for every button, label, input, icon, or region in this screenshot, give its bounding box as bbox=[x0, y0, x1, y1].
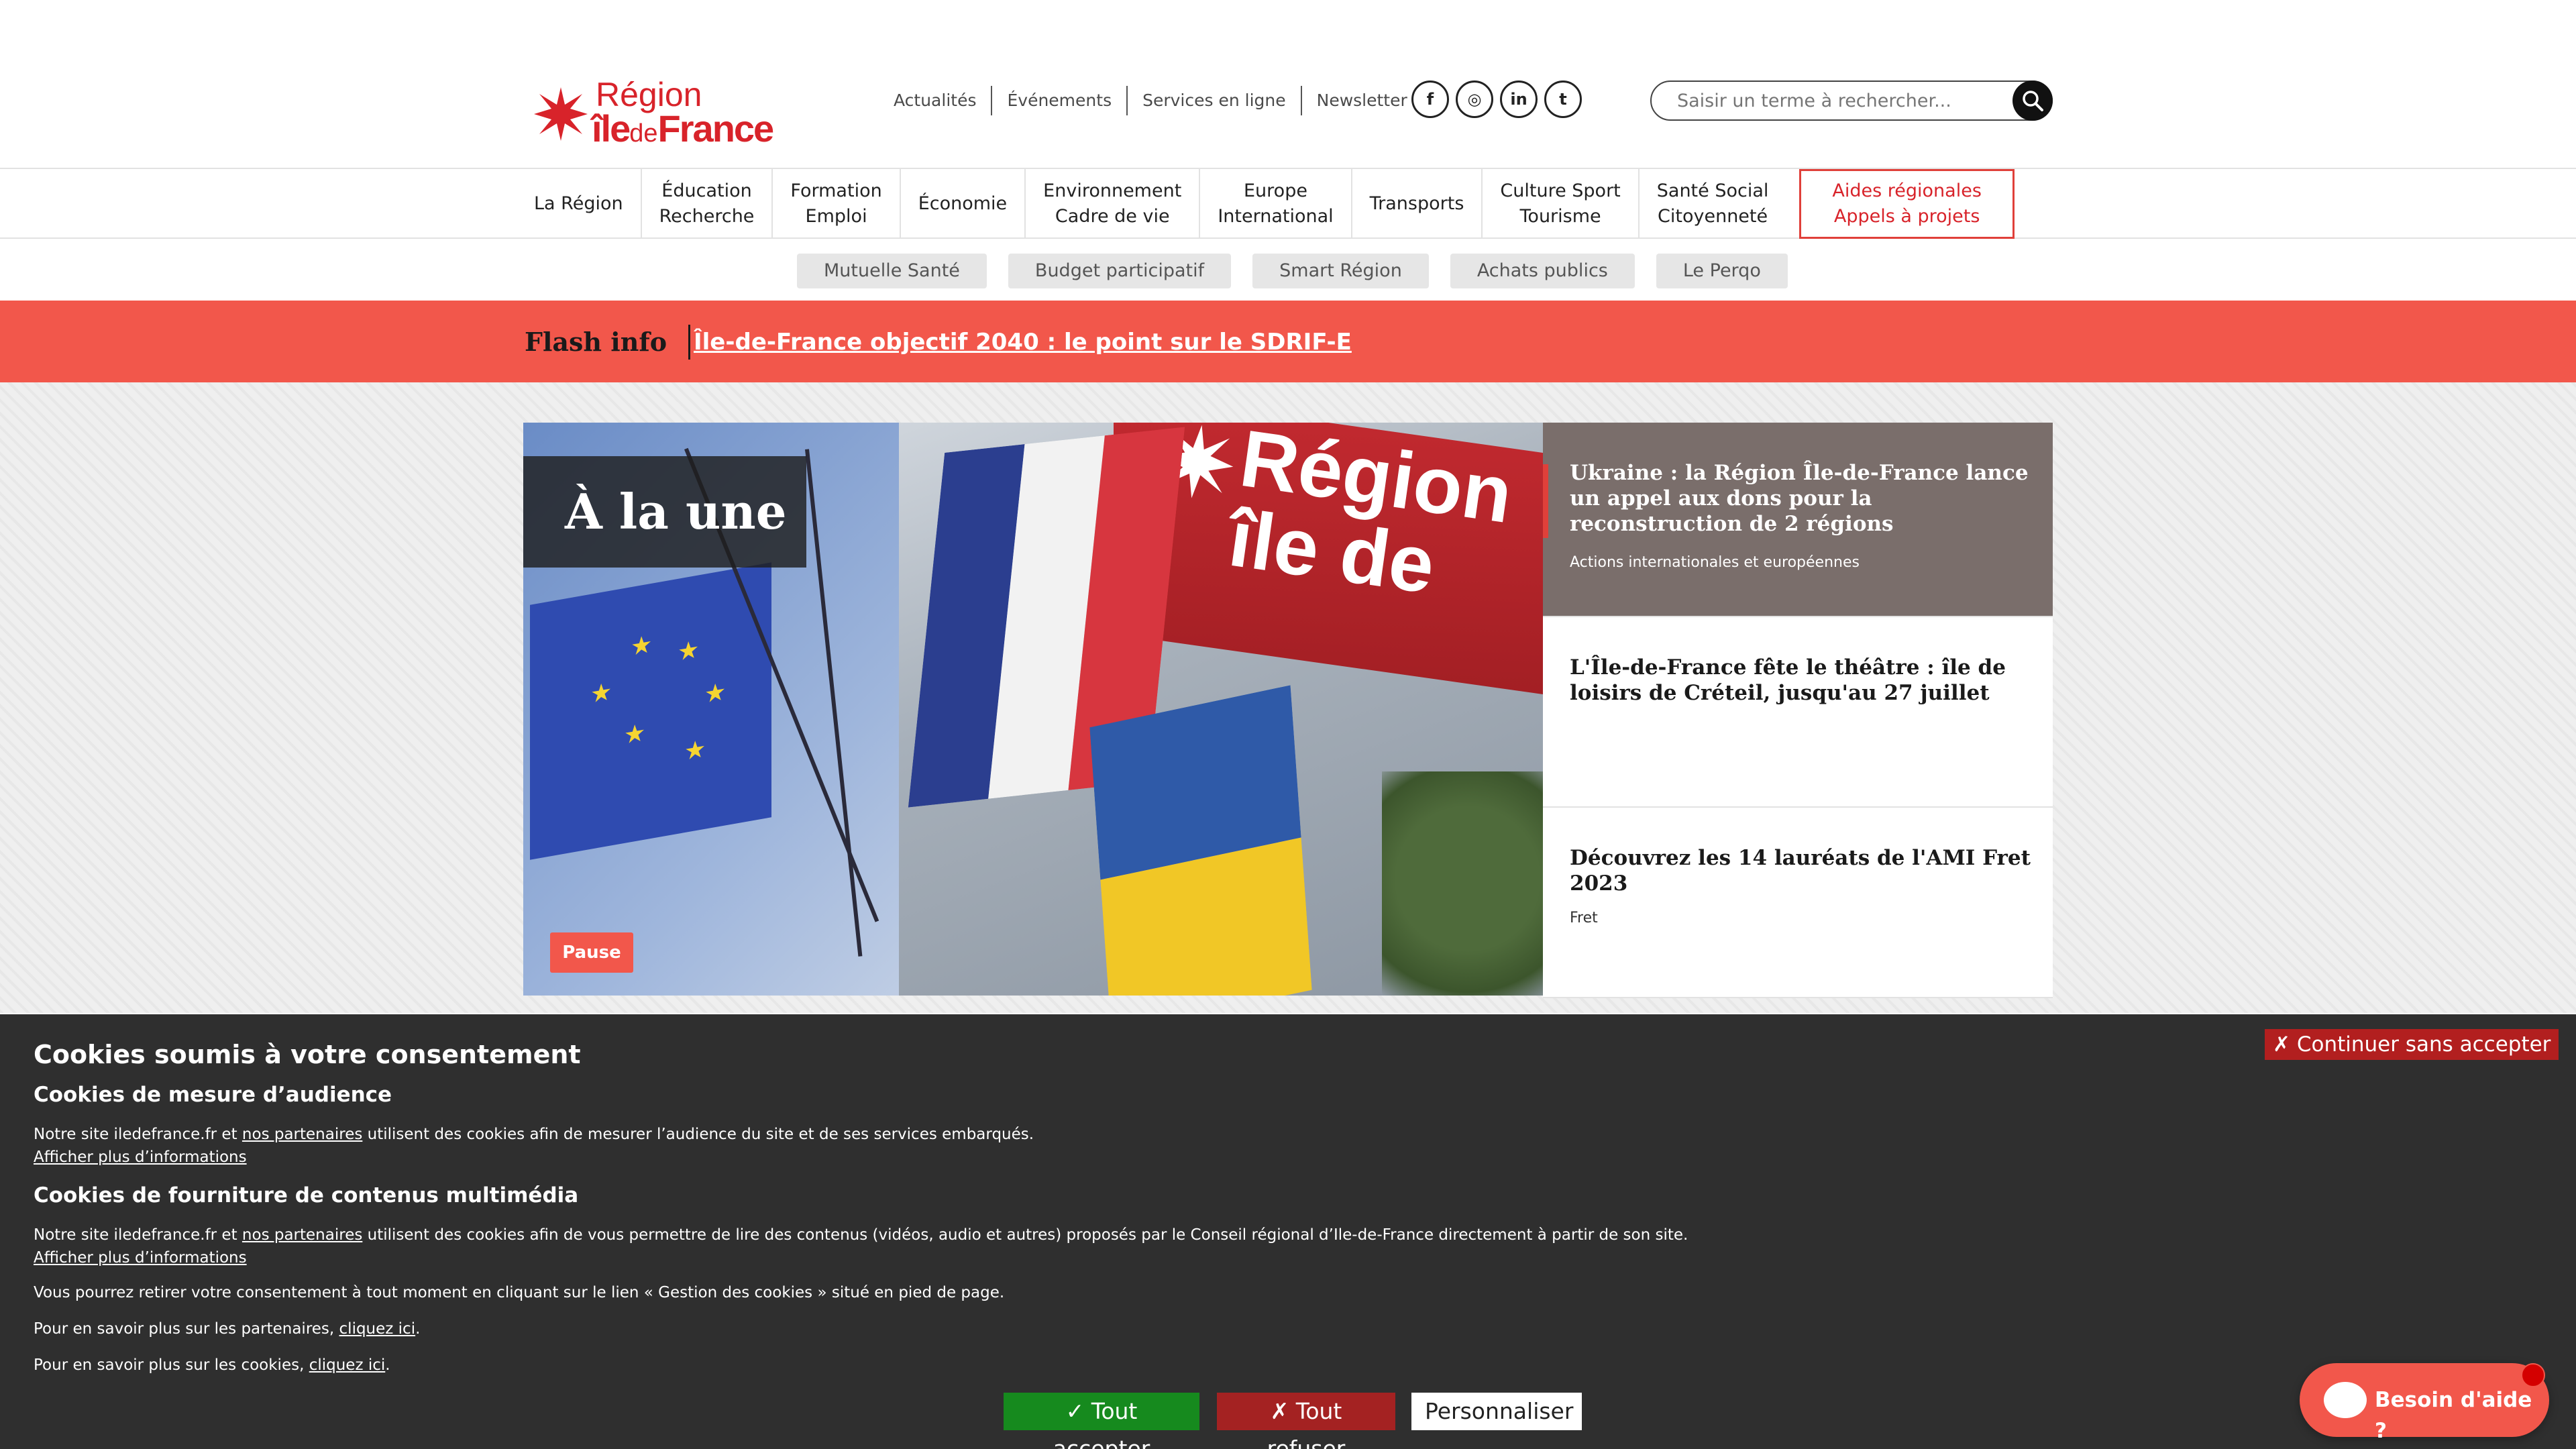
refuse-all-button[interactable]: ✗ Tout refuser bbox=[1217, 1393, 1395, 1449]
main-navigation: La Région Éducation Recherche Formation Em… bbox=[0, 169, 2576, 239]
help-chat-button[interactable]: Besoin d'aide ? bbox=[2300, 1363, 2549, 1443]
subnav-smart-region[interactable]: Smart Région bbox=[1252, 254, 1429, 288]
cookie-title: Cookies soumis à votre consentement bbox=[34, 1040, 581, 1069]
nav-environnement[interactable]: Environnement Cadre de vie bbox=[1024, 169, 1199, 239]
flash-info-link[interactable]: Île-de-France objectif 2040 : le point s… bbox=[694, 325, 1352, 360]
withdraw-text: Vous pourrez retirer votre consentement … bbox=[34, 1284, 1005, 1301]
flash-info-label: Flash info bbox=[525, 325, 691, 360]
region-logo[interactable]: Région îledeFrance bbox=[534, 75, 809, 150]
news-item-1[interactable]: Ukraine : la Région Île-de-France lance … bbox=[1543, 423, 2053, 617]
logo-line-1: Région bbox=[596, 76, 702, 113]
news-title: Découvrez les 14 lauréats de l'AMI Fret … bbox=[1570, 846, 2031, 896]
toplink-newsletter[interactable]: Newsletter bbox=[1300, 86, 1422, 115]
subnav-achats-publics[interactable]: Achats publics bbox=[1450, 254, 1635, 288]
audience-heading: Cookies de mesure d’audience bbox=[34, 1083, 392, 1107]
partners-more-text: Pour en savoir plus sur les partenaires,… bbox=[34, 1320, 421, 1338]
search-icon bbox=[2023, 91, 2043, 111]
hero-sign-text: Région île de bbox=[1160, 423, 1517, 615]
site-header: Région îledeFrance Actualités Événements… bbox=[0, 0, 2576, 169]
cookie-consent-banner: Cookies soumis à votre consentement ✗ Co… bbox=[0, 1014, 2576, 1449]
subnav-le-perqo[interactable]: Le Perqo bbox=[1656, 254, 1788, 288]
subnav-budget-participatif[interactable]: Budget participatif bbox=[1008, 254, 1232, 288]
nav-sante-social[interactable]: Santé Social Citoyenneté bbox=[1638, 169, 1786, 239]
search-button[interactable] bbox=[2012, 80, 2053, 121]
eu-flag: ★ ★ ★ ★ ★ ★ bbox=[530, 562, 771, 860]
chat-bubble-icon bbox=[2324, 1382, 2367, 1418]
nav-aides-regionales[interactable]: Aides régionales Appels à projets bbox=[1799, 169, 2015, 239]
nav-la-region[interactable]: La Région bbox=[523, 169, 641, 239]
media-text: Notre site iledefrance.fr et nos partena… bbox=[34, 1226, 1688, 1244]
nav-economie[interactable]: Économie bbox=[899, 169, 1024, 239]
toplink-evenements[interactable]: Événements bbox=[991, 86, 1126, 115]
news-category: Fret bbox=[1570, 910, 1598, 926]
nav-formation-emploi[interactable]: Formation Emploi bbox=[771, 169, 899, 239]
media-partners-link[interactable]: nos partenaires bbox=[242, 1226, 362, 1244]
help-label: Besoin d'aide ? bbox=[2375, 1388, 2532, 1443]
accept-all-button[interactable]: ✓ Tout accepter bbox=[1004, 1393, 1199, 1449]
logo-line-2: îledeFrance bbox=[592, 107, 774, 150]
news-item-2[interactable]: L'Île-de-France fête le théâtre : île de… bbox=[1543, 617, 2053, 808]
audience-text: Notre site iledefrance.fr et nos partena… bbox=[34, 1126, 1034, 1143]
audience-more-link[interactable]: Afficher plus d’informations bbox=[34, 1146, 247, 1169]
nav-europe-international[interactable]: Europe International bbox=[1199, 169, 1350, 239]
flash-info-bar: Flash info Île-de-France objectif 2040 :… bbox=[0, 301, 2576, 382]
toplink-services[interactable]: Services en ligne bbox=[1126, 86, 1301, 115]
nav-culture-sport-tourisme[interactable]: Culture Sport Tourisme bbox=[1481, 169, 1638, 239]
a-la-une-heading: À la une bbox=[523, 456, 806, 568]
continue-without-accepting-button[interactable]: ✗ Continuer sans accepter bbox=[2265, 1029, 2559, 1060]
audience-partners-link[interactable]: nos partenaires bbox=[242, 1126, 362, 1143]
news-title: L'Île-de-France fête le théâtre : île de… bbox=[1570, 655, 2006, 705]
star-icon bbox=[534, 87, 588, 141]
news-item-3[interactable]: Découvrez les 14 lauréats de l'AMI Fret … bbox=[1543, 808, 2053, 998]
news-category: Actions internationales et européennes bbox=[1570, 554, 1860, 571]
media-more-link[interactable]: Afficher plus d’informations bbox=[34, 1246, 247, 1269]
news-title: Ukraine : la Région Île-de-France lance … bbox=[1570, 461, 2029, 536]
nav-education-recherche[interactable]: Éducation Recherche bbox=[640, 169, 772, 239]
sub-navigation: Mutuelle Santé Budget participatif Smart… bbox=[0, 239, 2576, 301]
linkedin-icon[interactable]: in bbox=[1500, 80, 1538, 118]
subnav-mutuelle-sante[interactable]: Mutuelle Santé bbox=[797, 254, 987, 288]
instagram-icon[interactable]: ◎ bbox=[1456, 80, 1493, 118]
social-links: f ◎ in t bbox=[1411, 80, 1582, 118]
top-links: Actualités Événements Services en ligne … bbox=[883, 85, 1422, 117]
customize-button[interactable]: Personnaliser bbox=[1411, 1393, 1582, 1430]
ukrainian-flag bbox=[1089, 685, 1312, 996]
partners-click-here-link[interactable]: cliquez ici bbox=[339, 1320, 416, 1338]
toplink-actualites[interactable]: Actualités bbox=[883, 86, 991, 115]
search-input[interactable] bbox=[1677, 87, 1986, 114]
cookies-click-here-link[interactable]: cliquez ici bbox=[309, 1356, 386, 1374]
media-heading: Cookies de fourniture de contenus multim… bbox=[34, 1183, 579, 1208]
nav-transports[interactable]: Transports bbox=[1350, 169, 1482, 239]
notification-dot bbox=[2521, 1363, 2545, 1387]
twitter-icon[interactable]: t bbox=[1544, 80, 1582, 118]
pause-button[interactable]: Pause bbox=[550, 932, 633, 973]
cookies-more-text: Pour en savoir plus sur les cookies, cli… bbox=[34, 1356, 390, 1374]
search-box bbox=[1650, 80, 2053, 121]
facebook-icon[interactable]: f bbox=[1411, 80, 1449, 118]
